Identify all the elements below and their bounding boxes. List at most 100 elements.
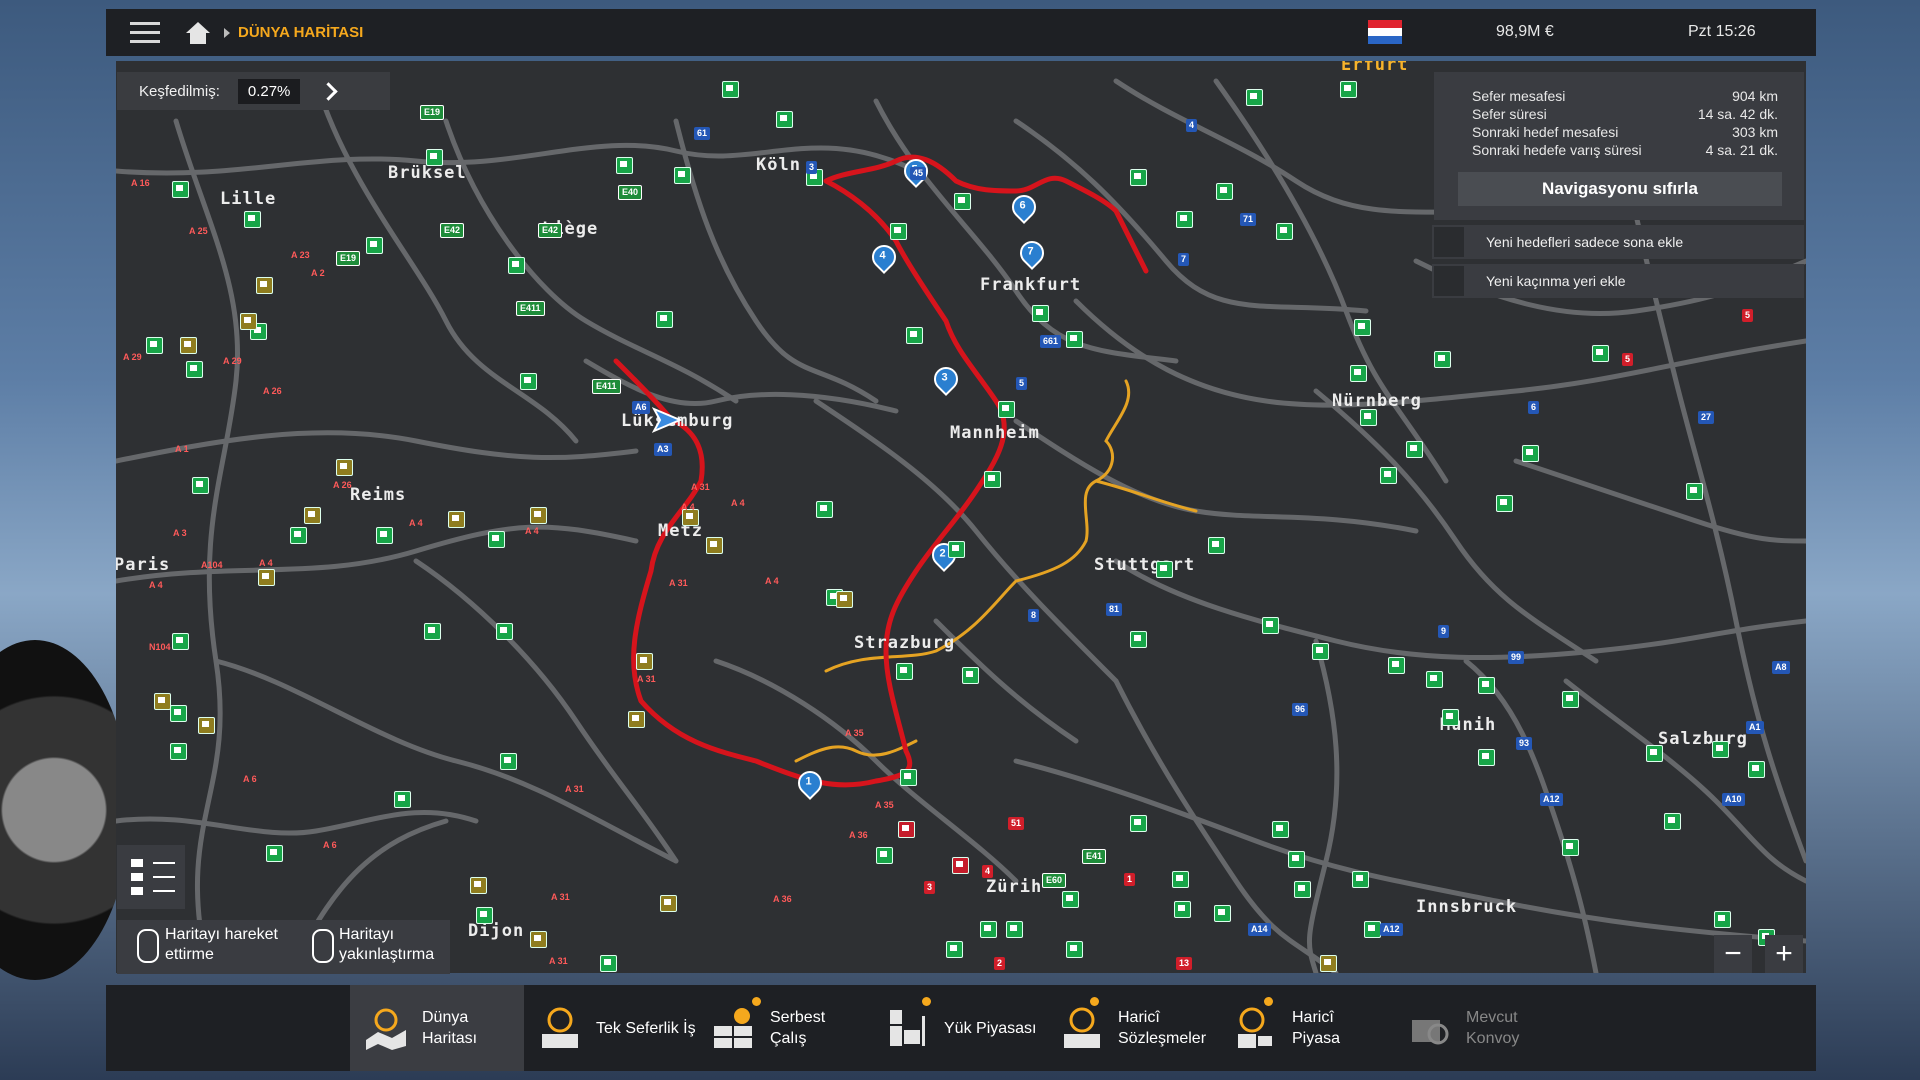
company-depot-icon[interactable] (146, 337, 163, 354)
company-depot-icon[interactable] (1478, 749, 1495, 766)
company-depot-icon[interactable] (1216, 183, 1233, 200)
company-depot-icon[interactable] (1246, 89, 1263, 106)
company-depot-icon[interactable] (394, 791, 411, 808)
city-strazburg[interactable]: Strazburg (854, 633, 955, 653)
city-nurnberg[interactable]: Nürnberg (1332, 391, 1422, 411)
company-depot-icon[interactable] (170, 705, 187, 722)
company-depot-icon[interactable] (998, 401, 1015, 418)
service-station-icon[interactable] (660, 895, 677, 912)
service-station-icon[interactable] (240, 313, 257, 330)
map-legend-button[interactable] (117, 845, 185, 909)
city-zurih[interactable]: Zürih (986, 877, 1042, 897)
company-depot-icon[interactable] (1664, 813, 1681, 830)
zoom-out-button[interactable]: − (1714, 935, 1752, 973)
company-depot-icon[interactable] (906, 327, 923, 344)
company-depot-icon[interactable] (508, 257, 525, 274)
tab-cargo-market[interactable]: Yük Piyasası (872, 985, 1046, 1071)
company-depot-icon[interactable] (496, 623, 513, 640)
company-depot-icon[interactable] (1294, 881, 1311, 898)
company-depot-icon[interactable] (896, 663, 913, 680)
service-station-icon[interactable] (304, 507, 321, 524)
service-station-icon[interactable] (530, 931, 547, 948)
company-depot-icon[interactable] (1562, 839, 1579, 856)
city-dijon[interactable]: Dijon (468, 921, 524, 941)
tab-world-map[interactable]: Dünya Haritası (350, 985, 524, 1071)
company-depot-icon[interactable] (1562, 691, 1579, 708)
company-depot-icon[interactable] (476, 907, 493, 924)
city-lille[interactable]: Lille (220, 189, 276, 209)
company-depot-icon[interactable] (946, 941, 963, 958)
tab-current-convoy[interactable]: Mevcut Konvoy (1394, 985, 1568, 1071)
company-depot-icon[interactable] (1748, 761, 1765, 778)
zoom-in-button[interactable]: + (1765, 935, 1803, 973)
company-depot-icon[interactable] (520, 373, 537, 390)
company-depot-icon[interactable] (890, 223, 907, 240)
company-depot-icon[interactable] (1130, 815, 1147, 832)
service-station-icon[interactable] (1320, 955, 1337, 972)
checkbox[interactable] (1434, 227, 1464, 257)
company-depot-icon[interactable] (1066, 331, 1083, 348)
service-station-icon[interactable] (256, 277, 273, 294)
service-station-icon[interactable] (154, 693, 171, 710)
company-depot-icon[interactable] (1066, 941, 1083, 958)
company-depot-icon[interactable] (980, 921, 997, 938)
company-depot-icon[interactable] (616, 157, 633, 174)
service-station-icon[interactable] (198, 717, 215, 734)
reset-navigation-button[interactable]: Navigasyonu sıfırla (1458, 172, 1782, 206)
service-station-icon[interactable] (628, 711, 645, 728)
company-depot-icon[interactable] (1354, 319, 1371, 336)
company-depot-icon[interactable] (488, 531, 505, 548)
service-station-icon[interactable] (180, 337, 197, 354)
company-depot-icon[interactable] (962, 667, 979, 684)
tab-external-contracts[interactable]: Haricî Sözleşmeler (1046, 985, 1220, 1071)
company-depot-icon[interactable] (1272, 821, 1289, 838)
company-depot-icon[interactable] (1360, 409, 1377, 426)
company-depot-icon[interactable] (656, 311, 673, 328)
garage-icon[interactable] (898, 821, 915, 838)
company-depot-icon[interactable] (1478, 677, 1495, 694)
company-depot-icon[interactable] (172, 633, 189, 650)
service-station-icon[interactable] (706, 537, 723, 554)
company-depot-icon[interactable] (1130, 169, 1147, 186)
company-depot-icon[interactable] (1712, 741, 1729, 758)
city-mannheim[interactable]: Mannheim (950, 423, 1040, 443)
company-depot-icon[interactable] (776, 111, 793, 128)
company-depot-icon[interactable] (1288, 851, 1305, 868)
company-depot-icon[interactable] (1208, 537, 1225, 554)
company-depot-icon[interactable] (1276, 223, 1293, 240)
company-depot-icon[interactable] (376, 527, 393, 544)
tab-external-market[interactable]: Haricî Piyasa (1220, 985, 1394, 1071)
company-depot-icon[interactable] (816, 501, 833, 518)
city-reims[interactable]: Reims (350, 485, 406, 505)
company-depot-icon[interactable] (424, 623, 441, 640)
company-depot-icon[interactable] (1380, 467, 1397, 484)
company-depot-icon[interactable] (500, 753, 517, 770)
tab-quick-job[interactable]: Tek Seferlik İş (524, 985, 698, 1071)
company-depot-icon[interactable] (426, 149, 443, 166)
company-depot-icon[interactable] (1350, 365, 1367, 382)
city-innsbruck[interactable]: Innsbruck (1416, 897, 1517, 917)
company-depot-icon[interactable] (1686, 483, 1703, 500)
company-depot-icon[interactable] (1172, 871, 1189, 888)
company-depot-icon[interactable] (186, 361, 203, 378)
company-depot-icon[interactable] (192, 477, 209, 494)
company-depot-icon[interactable] (172, 181, 189, 198)
company-depot-icon[interactable] (1714, 911, 1731, 928)
company-depot-icon[interactable] (900, 769, 917, 786)
company-depot-icon[interactable] (1340, 81, 1357, 98)
option-append-destinations[interactable]: Yeni hedefleri sadece sona ekle (1432, 225, 1804, 259)
company-depot-icon[interactable] (1352, 871, 1369, 888)
city-salzburg[interactable]: Salzburg (1658, 729, 1748, 749)
company-depot-icon[interactable] (1434, 351, 1451, 368)
company-depot-icon[interactable] (1646, 745, 1663, 762)
company-depot-icon[interactable] (1592, 345, 1609, 362)
service-station-icon[interactable] (336, 459, 353, 476)
company-depot-icon[interactable] (1062, 891, 1079, 908)
company-depot-icon[interactable] (1176, 211, 1193, 228)
city-paris[interactable]: Paris (116, 555, 170, 575)
company-depot-icon[interactable] (1406, 441, 1423, 458)
option-add-avoid-point[interactable]: Yeni kaçınma yeri ekle (1432, 264, 1804, 298)
company-depot-icon[interactable] (1174, 901, 1191, 918)
company-depot-icon[interactable] (1262, 617, 1279, 634)
company-depot-icon[interactable] (984, 471, 1001, 488)
